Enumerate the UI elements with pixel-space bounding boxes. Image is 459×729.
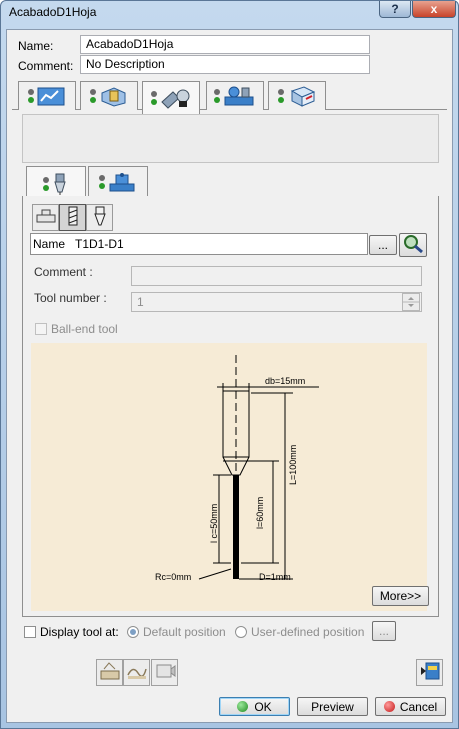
default-position-radio[interactable] [127,626,139,638]
strategy-tab-icon [28,85,66,107]
tool-tab-icon [151,87,191,109]
video-icon [154,661,176,684]
face-mill-icon [35,207,57,228]
simulation-icon [126,661,148,684]
window-title: AcabadoD1Hoja [9,5,97,19]
tool-path-simulation-button[interactable] [123,659,150,686]
subtab-tool[interactable] [26,166,86,200]
tab-macro[interactable] [268,81,326,110]
comment-field[interactable]: No Description [80,55,370,74]
cancel-button[interactable]: Cancel [375,697,446,716]
tool-name-row[interactable]: Name T1D1-D1 [30,233,368,255]
tab-strategy[interactable] [18,81,76,110]
tool-search-button[interactable] [399,233,427,257]
L-dimension-label: L=100mm [288,444,298,485]
conical-mill-icon [92,205,108,230]
replay-icon [99,661,121,684]
tool-number-label: Tool number : [34,291,107,305]
tool-type-face-mill-button[interactable] [32,204,59,231]
name-label: Name: [18,39,54,53]
tab-tool[interactable] [142,81,200,114]
tool-type-end-mill-button[interactable] [59,204,86,231]
tool-browse-button[interactable]: ... [369,235,397,255]
ball-end-label: Ball-end tool [51,322,118,336]
tool-comment-label: Comment : [34,265,93,279]
db-dimension-label: db=15mm [265,376,306,386]
magnifier-icon [402,234,424,257]
user-defined-position-label: User-defined position [251,625,365,639]
display-tool-checkbox[interactable] [24,626,36,638]
cancel-label: Cancel [399,699,438,714]
tab-description-area [22,114,439,163]
tool-type-conical-mill-button[interactable] [86,204,113,231]
lc-dimension-label: l c=50mm [209,503,219,543]
display-icon [419,661,441,684]
view-display-button[interactable] [416,659,443,686]
help-button[interactable]: ? [379,1,411,18]
position-browse-button[interactable]: ... [372,621,396,641]
video-analysis-button[interactable] [151,659,178,686]
user-defined-position-radio[interactable] [235,626,247,638]
green-dot-icon [237,701,249,712]
tool-name-value[interactable]: T1D1-D1 [75,237,124,251]
more-button[interactable]: More>> [372,586,429,606]
name-field[interactable]: AcabadoD1Hoja [80,35,370,54]
assembly-subtab-icon [99,171,137,193]
D-dimension-label: D=1mm [259,572,291,582]
end-mill-drawing [198,355,319,580]
ok-button[interactable]: OK [219,697,290,716]
macro-tab-icon [278,85,316,107]
tool-comment-field[interactable] [131,266,422,286]
tool-number-field[interactable]: 1 [131,292,422,312]
red-dot-icon [383,701,395,712]
tab-geometry[interactable] [80,81,138,110]
tool-name-label: Name [33,237,66,251]
geometry-tab-icon [90,85,128,107]
tool-number-spinner[interactable] [402,293,420,311]
default-position-label: Default position [143,625,226,639]
tool-diagram: db=15mm L=100mm l=60mm l c=50mm Rc=0mm D… [31,343,427,611]
feeds-speeds-tab-icon [214,85,256,107]
display-tool-label: Display tool at: [40,625,119,639]
tab-feeds-speeds[interactable] [206,81,264,110]
end-mill-icon [66,205,80,230]
subtab-assembly[interactable] [88,166,148,197]
tool-path-replay-button[interactable] [96,659,123,686]
ball-end-checkbox[interactable] [35,323,47,335]
ok-label: OK [254,699,272,714]
comment-label: Comment: [18,59,74,73]
l-dimension-label: l=60mm [255,496,265,529]
preview-button[interactable]: Preview [297,697,368,716]
rc-dimension-label: Rc=0mm [155,572,192,582]
tool-subtab-icon [43,172,69,196]
close-button[interactable]: x [412,1,456,18]
